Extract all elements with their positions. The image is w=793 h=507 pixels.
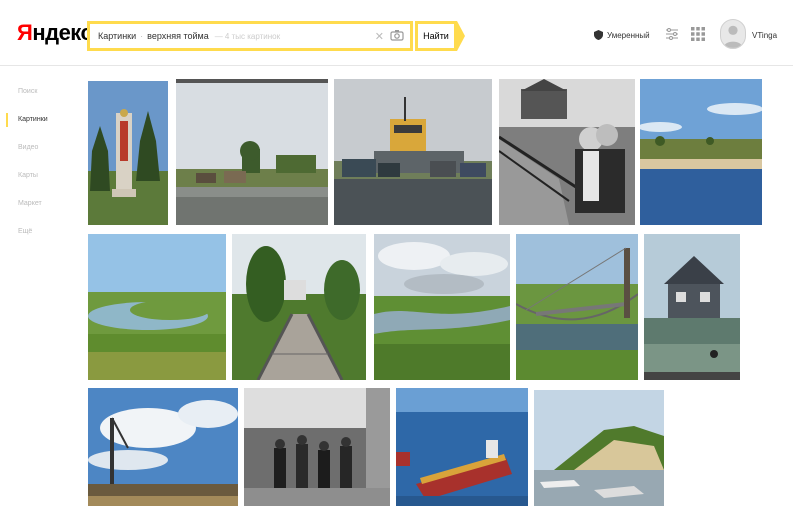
sidebar-item-maps[interactable]: Карты [0, 162, 80, 190]
image-result[interactable] [88, 234, 226, 380]
image-result[interactable] [516, 234, 638, 380]
apps-grid-icon[interactable] [691, 27, 705, 41]
image-result[interactable] [334, 79, 492, 225]
safe-search-label: Умеренный [607, 30, 650, 40]
username[interactable]: VTinga [752, 31, 777, 40]
image-result[interactable] [396, 388, 528, 506]
image-result[interactable] [244, 388, 390, 506]
sidebar-item-images[interactable]: Картинки [0, 106, 80, 134]
image-result[interactable] [88, 81, 168, 225]
image-result[interactable] [232, 234, 366, 380]
sidebar-item-video[interactable]: Видео [0, 134, 80, 162]
search-query[interactable]: Картинки · верхняя тойма [90, 31, 209, 41]
yandex-logo[interactable]: Яндекс [17, 20, 93, 46]
safe-search-toggle[interactable]: Умеренный [594, 30, 650, 40]
search-button[interactable]: Найти [415, 21, 457, 51]
image-result[interactable] [374, 234, 510, 380]
sidebar-item-more[interactable]: Ещё [0, 218, 80, 246]
search-results-count: — 4 тыс картинок [214, 31, 281, 41]
clear-icon[interactable]: ✕ [375, 30, 384, 43]
sidebar-nav: Поиск Картинки Видео Карты Маркет Ещё [0, 78, 80, 246]
filters-icon[interactable] [665, 27, 679, 41]
header: Яндекс Картинки · верхняя тойма — 4 тыс ка… [0, 0, 793, 66]
camera-icon[interactable] [390, 29, 404, 41]
image-result[interactable] [499, 79, 635, 225]
sidebar-item-market[interactable]: Маркет [0, 190, 80, 218]
image-result[interactable] [88, 388, 238, 506]
search-input[interactable]: Картинки · верхняя тойма — 4 тыс картинок … [87, 21, 413, 51]
sidebar-item-search[interactable]: Поиск [0, 78, 80, 106]
image-result[interactable] [176, 79, 328, 225]
avatar[interactable] [720, 19, 746, 49]
search-button-arrow [457, 21, 465, 51]
image-result[interactable] [640, 79, 762, 225]
user-icon [723, 25, 743, 48]
search-form: Картинки · верхняя тойма — 4 тыс картинок … [87, 21, 475, 51]
image-result[interactable] [644, 234, 740, 380]
shield-icon [594, 30, 603, 40]
image-result[interactable] [534, 390, 664, 506]
